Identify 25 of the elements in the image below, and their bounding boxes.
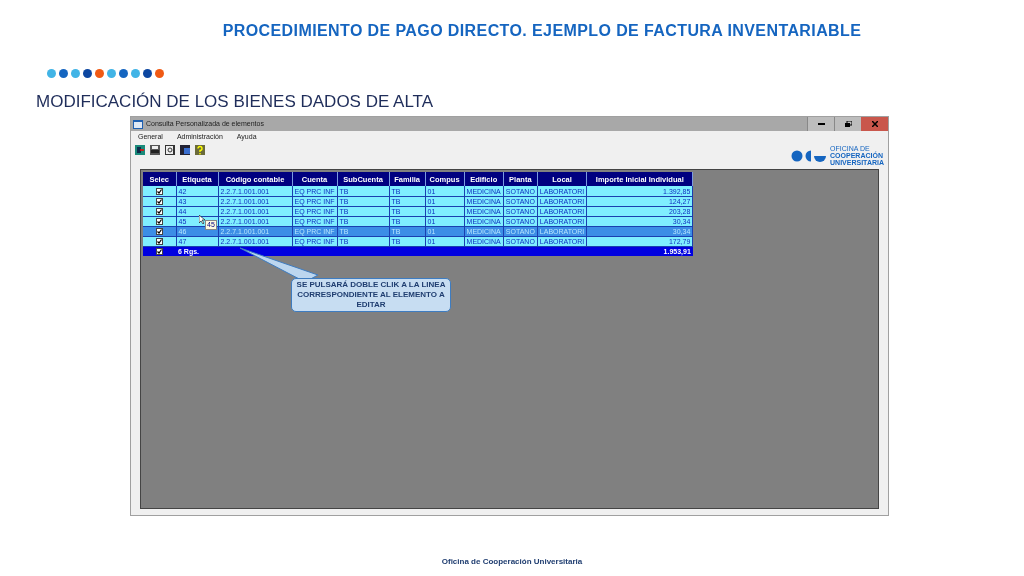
close-button[interactable] [861,117,888,132]
minimize-icon [817,123,825,126]
callout-note: SE PULSARÁ DOBLE CLIK A LA LINEA CORRESPONDIENTE AL ELEMENTO A EDITAR [291,278,451,313]
printer-icon[interactable] [150,145,160,156]
preview-icon[interactable] [165,145,175,156]
cursor-icon [199,215,205,225]
checkbox[interactable] [155,207,163,215]
checkbox[interactable] [155,217,163,225]
checkbox[interactable] [155,227,163,235]
help-icon[interactable] [195,145,205,156]
checkbox[interactable] [156,248,163,255]
slide-heading: MODIFICACIÓN DE LOS BIENES DADOS DE ALTA [35,91,434,113]
checkbox[interactable] [155,197,163,205]
minimize-button[interactable] [807,117,834,132]
close-icon [871,121,878,128]
logo-mark-icon [791,149,828,162]
slide-title: PROCEDIMIENTO DE PAGO DIRECTO. EJEMPLO DE FACTURA INVENTARIABLE [222,21,862,41]
checkbox[interactable] [155,187,163,195]
table-icon[interactable] [180,145,190,156]
restore-icon [844,121,852,128]
exit-icon[interactable] [135,145,145,156]
checkbox[interactable] [155,237,163,245]
window-icon [133,119,143,129]
slide-footer: Oficina de Cooperación Universitaria [441,556,583,568]
restore-button[interactable] [834,117,861,132]
